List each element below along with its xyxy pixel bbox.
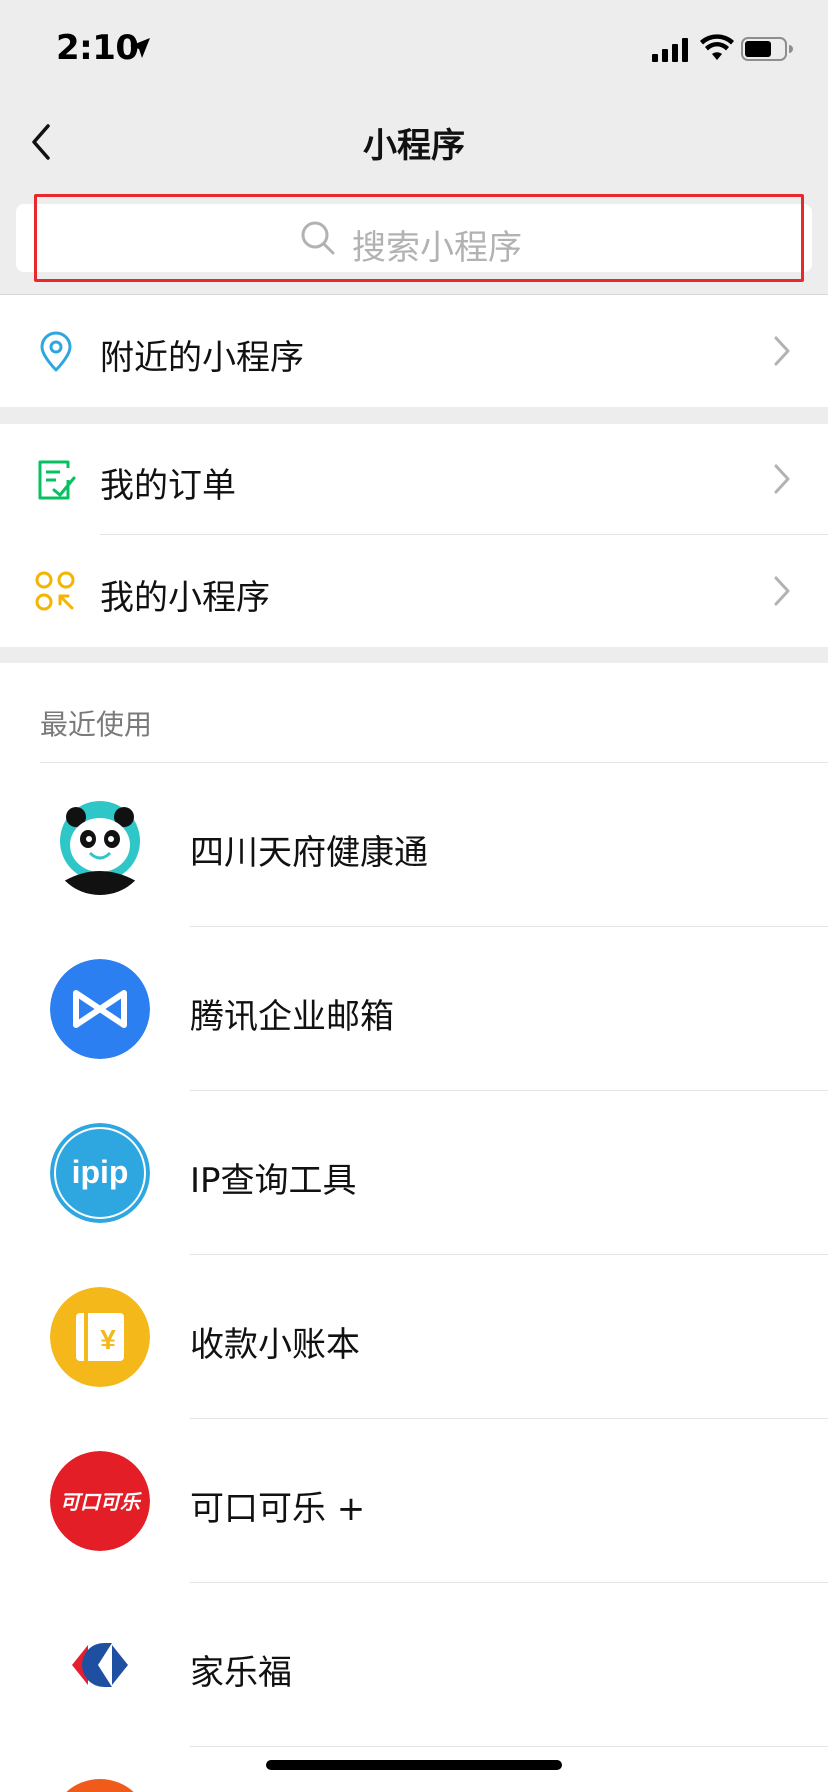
app-name: 可口可乐 + bbox=[190, 1489, 366, 1529]
home-indicator bbox=[266, 1760, 562, 1770]
app-name: 家乐福 bbox=[190, 1653, 292, 1693]
panda-icon bbox=[50, 795, 150, 895]
wifi-icon bbox=[700, 34, 734, 60]
ipip-icon: ipip bbox=[50, 1123, 150, 1223]
chevron-right-icon bbox=[774, 336, 790, 366]
coca-cola-icon: 可口可乐 bbox=[50, 1451, 150, 1551]
menu-group-personal: 我的订单 我的小程序 bbox=[0, 424, 828, 647]
location-pin-icon bbox=[40, 331, 72, 372]
recent-app-item[interactable]: 可口可乐 可口可乐 + bbox=[0, 1419, 828, 1583]
app-name: 腾讯企业邮箱 bbox=[190, 997, 394, 1037]
menu-divider bbox=[100, 534, 828, 535]
ipip-icon-text: ipip bbox=[72, 1154, 129, 1190]
app-name: 四川天府健康通 bbox=[190, 833, 428, 873]
mini-program-grid-icon bbox=[35, 571, 75, 611]
menu-item-orders[interactable]: 我的订单 bbox=[0, 424, 828, 535]
menu-group-nearby: 附近的小程序 bbox=[0, 296, 828, 407]
chevron-right-icon bbox=[774, 464, 790, 494]
navigation-bar: 小程序 bbox=[0, 98, 828, 188]
recent-app-item[interactable]: 腾讯企业邮箱 bbox=[0, 927, 828, 1091]
carrefour-icon bbox=[50, 1615, 150, 1715]
battery-icon bbox=[741, 37, 793, 61]
recent-header: 最近使用 bbox=[40, 708, 153, 741]
chevron-right-icon bbox=[774, 576, 790, 606]
coca-cola-icon-text: 可口可乐 bbox=[60, 1490, 142, 1514]
ledger-icon-text: ¥ bbox=[100, 1324, 116, 1355]
recent-app-item[interactable]: 家乐福 bbox=[0, 1583, 828, 1747]
status-bar: 2:10 bbox=[0, 0, 828, 98]
status-time: 2:10 bbox=[56, 28, 139, 68]
section-gap bbox=[0, 407, 828, 424]
section-gap bbox=[0, 647, 828, 663]
recent-section: 最近使用 四川天府健康通 腾讯企业邮箱 ipip IP查询工具 ¥ 收款小账本 … bbox=[0, 663, 828, 1792]
app-name: IP查询工具 bbox=[190, 1161, 357, 1201]
tencent-mail-icon bbox=[50, 959, 150, 1059]
ledger-icon: ¥ bbox=[50, 1287, 150, 1387]
cellular-signal-icon bbox=[652, 38, 688, 62]
menu-label-my-mini-programs: 我的小程序 bbox=[100, 578, 270, 618]
menu-label-nearby: 附近的小程序 bbox=[100, 338, 304, 378]
app-icon-partial bbox=[50, 1779, 150, 1792]
order-checklist-icon bbox=[38, 460, 76, 500]
menu-item-my-mini-programs[interactable]: 我的小程序 bbox=[0, 536, 828, 647]
recent-app-item[interactable]: 四川天府健康通 bbox=[0, 763, 828, 927]
recent-app-item[interactable]: ¥ 收款小账本 bbox=[0, 1255, 828, 1419]
search-icon bbox=[301, 221, 335, 255]
page-title: 小程序 bbox=[363, 126, 465, 166]
search-placeholder: 搜索小程序 bbox=[352, 228, 522, 268]
menu-item-nearby[interactable]: 附近的小程序 bbox=[0, 296, 828, 407]
recent-app-item[interactable]: ipip IP查询工具 bbox=[0, 1091, 828, 1255]
location-arrow-icon bbox=[130, 38, 150, 58]
menu-label-orders: 我的订单 bbox=[100, 466, 236, 506]
search-area: 搜索小程序 bbox=[0, 188, 828, 295]
app-name: 收款小账本 bbox=[190, 1325, 360, 1365]
